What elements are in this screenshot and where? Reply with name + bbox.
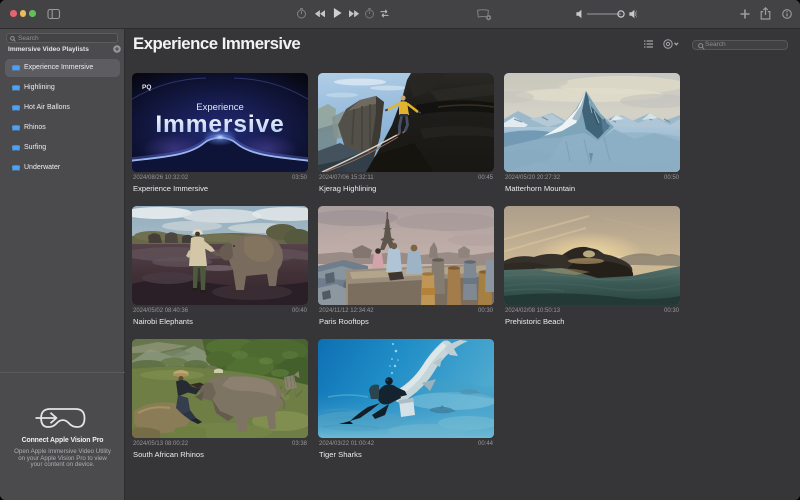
svg-text:PQ: PQ [142,84,151,91]
svg-text:Immersive: Immersive [155,111,284,138]
